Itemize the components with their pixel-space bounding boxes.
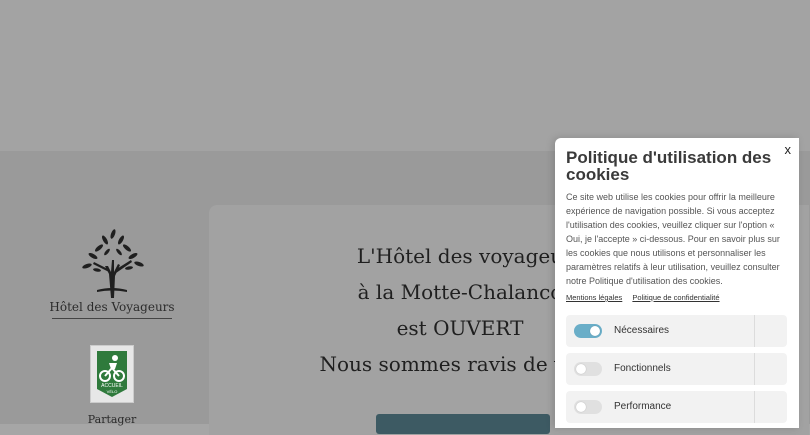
expand-necessaires-button[interactable] <box>754 315 787 347</box>
toggle-fonctionnels[interactable] <box>574 362 602 376</box>
toggle-necessaires[interactable] <box>574 324 602 338</box>
tree-logo-icon <box>82 229 144 298</box>
cookie-links: Mentions légales Politique de confidenti… <box>566 293 728 302</box>
accueil-velo-badge[interactable]: ACCUEIL VÉLO <box>90 345 134 403</box>
pref-row-necessaires: Nécessaires <box>566 315 787 347</box>
sidebar: Hôtel des Voyageurs ACCUEIL VÉLO Partage… <box>44 226 180 426</box>
privacy-policy-link[interactable]: Politique de confidentialité <box>632 293 719 302</box>
logo-name: Hôtel des Voyageurs <box>49 300 175 314</box>
pref-row-fonctionnels: Fonctionnels <box>566 353 787 385</box>
legal-notice-link[interactable]: Mentions légales <box>566 293 622 302</box>
logo-divider <box>52 318 172 319</box>
pref-label: Performance <box>614 401 672 412</box>
cookie-banner: x Politique d'utilisation des cookies Ce… <box>555 138 799 428</box>
share-link[interactable]: Partager <box>44 413 180 426</box>
expand-performance-button[interactable] <box>754 391 787 423</box>
expand-fonctionnels-button[interactable] <box>754 353 787 385</box>
toggle-knob <box>576 402 586 412</box>
close-button[interactable]: x <box>785 142 792 157</box>
badge-line2: VÉLO <box>107 389 118 394</box>
toggle-knob <box>576 364 586 374</box>
bike-badge-icon: ACCUEIL VÉLO <box>97 351 127 397</box>
toggle-knob <box>590 326 600 336</box>
header-banner <box>0 0 810 151</box>
toggle-performance[interactable] <box>574 400 602 414</box>
cta-button[interactable] <box>376 414 550 434</box>
cookie-description: Ce site web utilise les cookies pour off… <box>566 192 780 286</box>
pref-row-performance: Performance <box>566 391 787 423</box>
pref-label: Fonctionnels <box>614 363 671 374</box>
cookie-title: Politique d'utilisation des cookies <box>566 148 772 184</box>
pref-label: Nécessaires <box>614 325 670 336</box>
